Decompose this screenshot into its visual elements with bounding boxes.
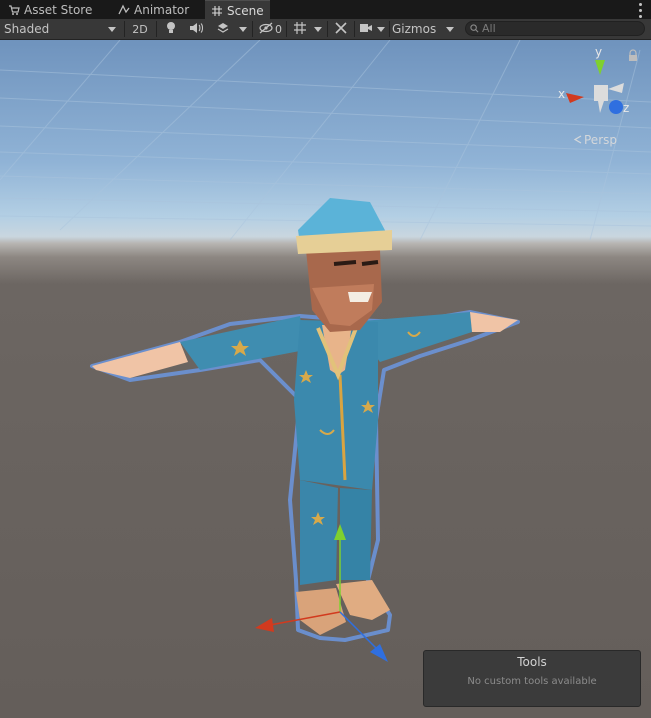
chevron-down-icon [446,26,454,32]
camera-settings-button[interactable] [357,20,375,38]
chevron-down-icon [314,26,322,32]
effects-dropdown[interactable] [236,20,250,38]
effects-toggle-button[interactable] [210,20,236,38]
tab-asset-store-label: Asset Store [24,2,93,17]
tab-scene[interactable]: Scene [205,0,270,20]
animator-icon [118,4,130,16]
hidden-objects-toggle[interactable]: 0 [255,20,285,38]
tools-message: No custom tools available [467,676,597,687]
more-options-icon[interactable] [635,2,645,19]
grid-dropdown[interactable] [311,20,325,38]
projection-toggle[interactable]: Persp [573,133,617,147]
chevron-down-icon [108,26,116,32]
z-axis-cone[interactable] [609,100,623,114]
gizmos-label: Gizmos [392,22,437,36]
tools-toggle-button[interactable] [330,20,352,38]
chevron-down-icon [239,26,247,32]
lock-icon[interactable] [629,49,637,61]
grid-icon [293,21,307,38]
lighting-toggle-button[interactable] [160,20,182,38]
draw-mode-dropdown[interactable]: Shaded [0,20,122,38]
wrench-icon [334,21,348,38]
gizmos-dropdown[interactable]: Gizmos [391,20,457,38]
y-axis-cone[interactable] [595,60,605,75]
gizmo-z-label: z [623,101,630,115]
center-cube[interactable] [594,85,608,101]
draw-mode-label: Shaded [4,22,50,36]
scene-search [465,21,645,36]
scene-toolbar: Shaded 2D 0 Gizmos All [0,19,651,40]
lightbulb-icon [165,21,177,38]
scene-viewport[interactable]: y x z Persp [0,40,651,718]
search-icon [470,22,479,36]
grid-toggle-button[interactable] [289,20,311,38]
speaker-icon [189,22,204,37]
tab-animator[interactable]: Animator [112,0,195,19]
persp-chevron-icon [573,133,582,147]
audio-toggle-button[interactable] [185,20,207,38]
scene-grid-icon [211,5,223,17]
search-input[interactable] [479,22,632,35]
eye-slash-icon [258,22,274,37]
tab-asset-store[interactable]: Asset Store [2,0,98,19]
2d-toggle-button[interactable]: 2D [127,20,153,38]
tab-bar: Asset Store Animator Scene [0,0,651,20]
layers-icon [216,22,230,37]
chevron-down-icon [377,26,385,32]
camera-dropdown[interactable] [374,20,388,38]
hidden-count: 0 [275,22,282,36]
gizmo-x-label: x [558,87,566,101]
tools-title: Tools [517,655,547,669]
shopping-cart-icon [8,4,20,16]
tab-animator-label: Animator [134,2,190,17]
x-axis-cone[interactable] [566,93,584,103]
tab-scene-label: Scene [227,3,264,18]
character-model[interactable] [90,198,520,642]
projection-label: Persp [584,133,617,147]
tools-overlay[interactable]: Tools No custom tools available [423,650,641,707]
gizmo-y-label: y [595,45,603,59]
camera-icon [359,22,373,36]
